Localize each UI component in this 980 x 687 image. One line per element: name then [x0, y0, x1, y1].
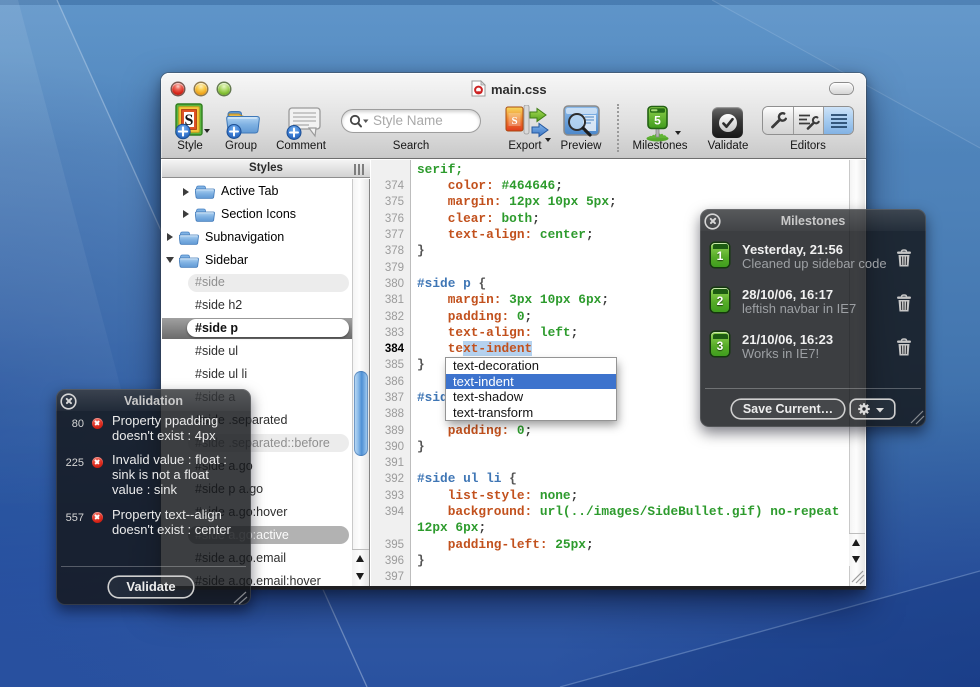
svg-text:S: S [511, 115, 517, 127]
svg-text:5: 5 [654, 114, 661, 128]
